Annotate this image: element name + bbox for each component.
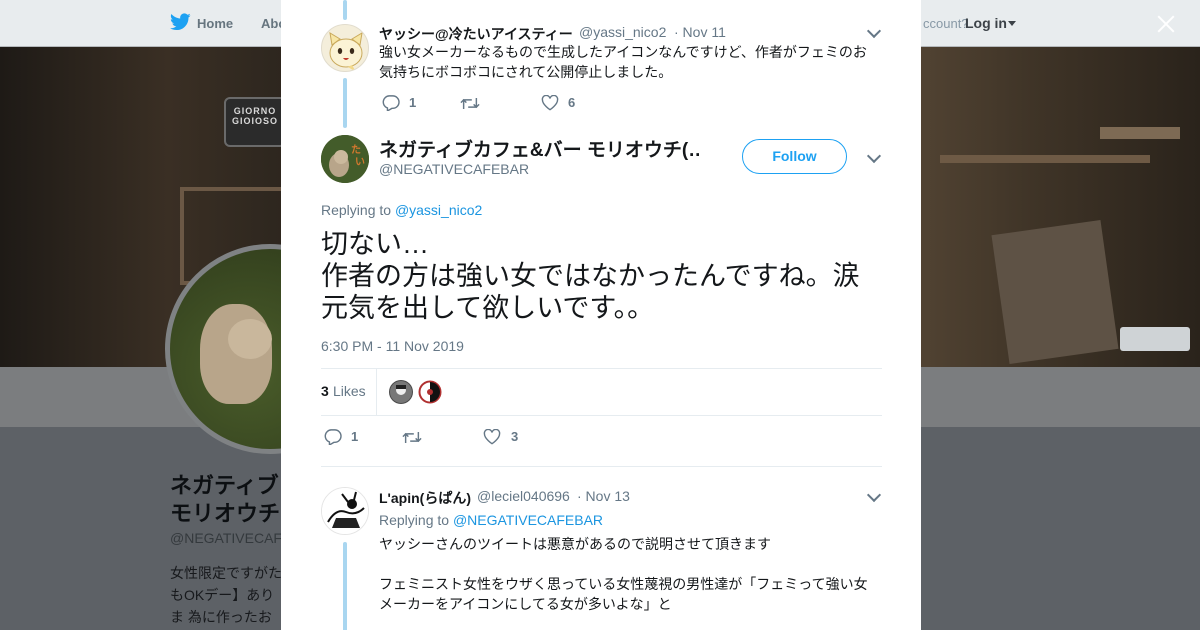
reply2-date[interactable]: · Nov 13 <box>577 488 630 504</box>
profile-name: ネガティブ モリオウチ <box>170 473 281 526</box>
reply-icon[interactable] <box>382 95 400 111</box>
thread-line <box>343 0 347 20</box>
main-tweet-timestamp[interactable]: 6:30 PM - 11 Nov 2019 <box>321 338 464 354</box>
thread-line <box>343 78 347 128</box>
main-reply-count: 1 <box>351 429 359 444</box>
main-author-avatar[interactable]: た い <box>321 135 369 183</box>
reply1-author-handle[interactable]: @yassi_nico2 <box>579 24 666 40</box>
lapin-avatar-illustration <box>322 488 368 534</box>
chevron-down-icon[interactable] <box>866 148 882 164</box>
cafe-avatar-illustration: た い <box>321 135 369 183</box>
likes-label[interactable]: Likes <box>333 383 366 399</box>
profile-bio: 女性限定ですがた もOKデー】ありま 為に作ったお店で で来て下さい。と <box>170 565 282 625</box>
follow-button[interactable]: Follow <box>742 139 847 174</box>
likes-separator <box>376 369 377 415</box>
reply2-author-name[interactable]: L'apin(らぱん) <box>379 488 471 508</box>
close-icon[interactable] <box>1154 12 1178 36</box>
retweet-icon[interactable] <box>460 96 480 111</box>
reply1-date[interactable]: · Nov 11 <box>674 24 726 40</box>
reply1-reply-count: 1 <box>409 95 417 110</box>
chevron-down-icon[interactable] <box>866 23 882 39</box>
main-author-name[interactable]: ネガティブカフェ&バー モリオウチ(… <box>379 135 699 162</box>
replying-label: Replying to <box>379 512 450 528</box>
profile-handle: @NEGATIVECAFE <box>170 530 282 546</box>
header-photo-light <box>1120 327 1190 351</box>
nav-account-text: ccount? <box>923 16 969 31</box>
divider <box>321 368 882 369</box>
replying-to-link[interactable]: @yassi_nico2 <box>395 202 482 218</box>
like-icon[interactable] <box>483 429 501 445</box>
reply2-text-line: フェミニスト女性をウザく思っている女性蔑視の男性達が「フェミって強い女 <box>379 576 868 592</box>
likes-count[interactable]: 3 <box>321 383 329 399</box>
like-icon[interactable] <box>541 95 559 111</box>
main-like-count: 3 <box>511 429 519 444</box>
reply2-text-line: メーカーをアイコンにしてる女が多いよな」と <box>379 596 672 612</box>
nav-home-link[interactable]: Home <box>197 16 233 31</box>
reply1-author-name[interactable]: ヤッシー@冷たいアイスティー <box>379 24 573 44</box>
cat-avatar-illustration <box>329 32 363 71</box>
reply2-avatar[interactable] <box>321 487 369 535</box>
replying-to-link[interactable]: @NEGATIVECAFEBAR <box>453 512 603 528</box>
svg-text:い: い <box>355 157 365 168</box>
chevron-down-icon[interactable] <box>866 487 882 503</box>
header-photo-shelf <box>940 155 1150 163</box>
reply1-like-count: 6 <box>568 95 576 110</box>
thread-line <box>343 542 347 630</box>
main-tweet-text: 切ない… 作者の方は強い女ではなかったんですね。涙 元気を出して欲しいです。。 <box>321 229 860 323</box>
header-photo-sign: GIORNO GIOIOSO <box>224 97 286 147</box>
main-author-handle[interactable]: @NEGATIVECAFEBAR <box>379 161 529 177</box>
reply2-replying-to: Replying to @NEGATIVECAFEBAR <box>379 512 603 528</box>
liker-avatar[interactable] <box>418 380 442 404</box>
reply1-avatar[interactable] <box>321 24 369 72</box>
chevron-down-icon[interactable] <box>1008 21 1016 26</box>
login-link[interactable]: Log in <box>965 15 1007 31</box>
reply2-text-line: ヤッシーさんのツイートは悪意があるので説明させて頂きます <box>379 536 771 552</box>
divider <box>321 415 882 416</box>
header-photo-shelf <box>1100 127 1180 139</box>
header-photo-board <box>991 219 1119 365</box>
svg-text:た: た <box>351 144 361 156</box>
retweet-icon[interactable] <box>402 430 422 445</box>
main-replying-to: Replying to @yassi_nico2 <box>321 202 482 218</box>
liker-avatar[interactable] <box>389 380 413 404</box>
reply-icon[interactable] <box>324 429 342 445</box>
reply1-text: 強い女メーカーなるもので生成したアイコンなんですけど、作者がフェミのお気持ちにボ… <box>379 44 867 80</box>
replying-label: Replying to <box>321 202 392 218</box>
twitter-bird-icon[interactable] <box>170 13 191 31</box>
divider <box>321 466 882 467</box>
reply2-author-handle[interactable]: @leciel040696 <box>477 488 570 504</box>
tweet-modal: ヤッシー@冷たいアイスティー @yassi_nico2 · Nov 11 強い女… <box>281 0 921 630</box>
